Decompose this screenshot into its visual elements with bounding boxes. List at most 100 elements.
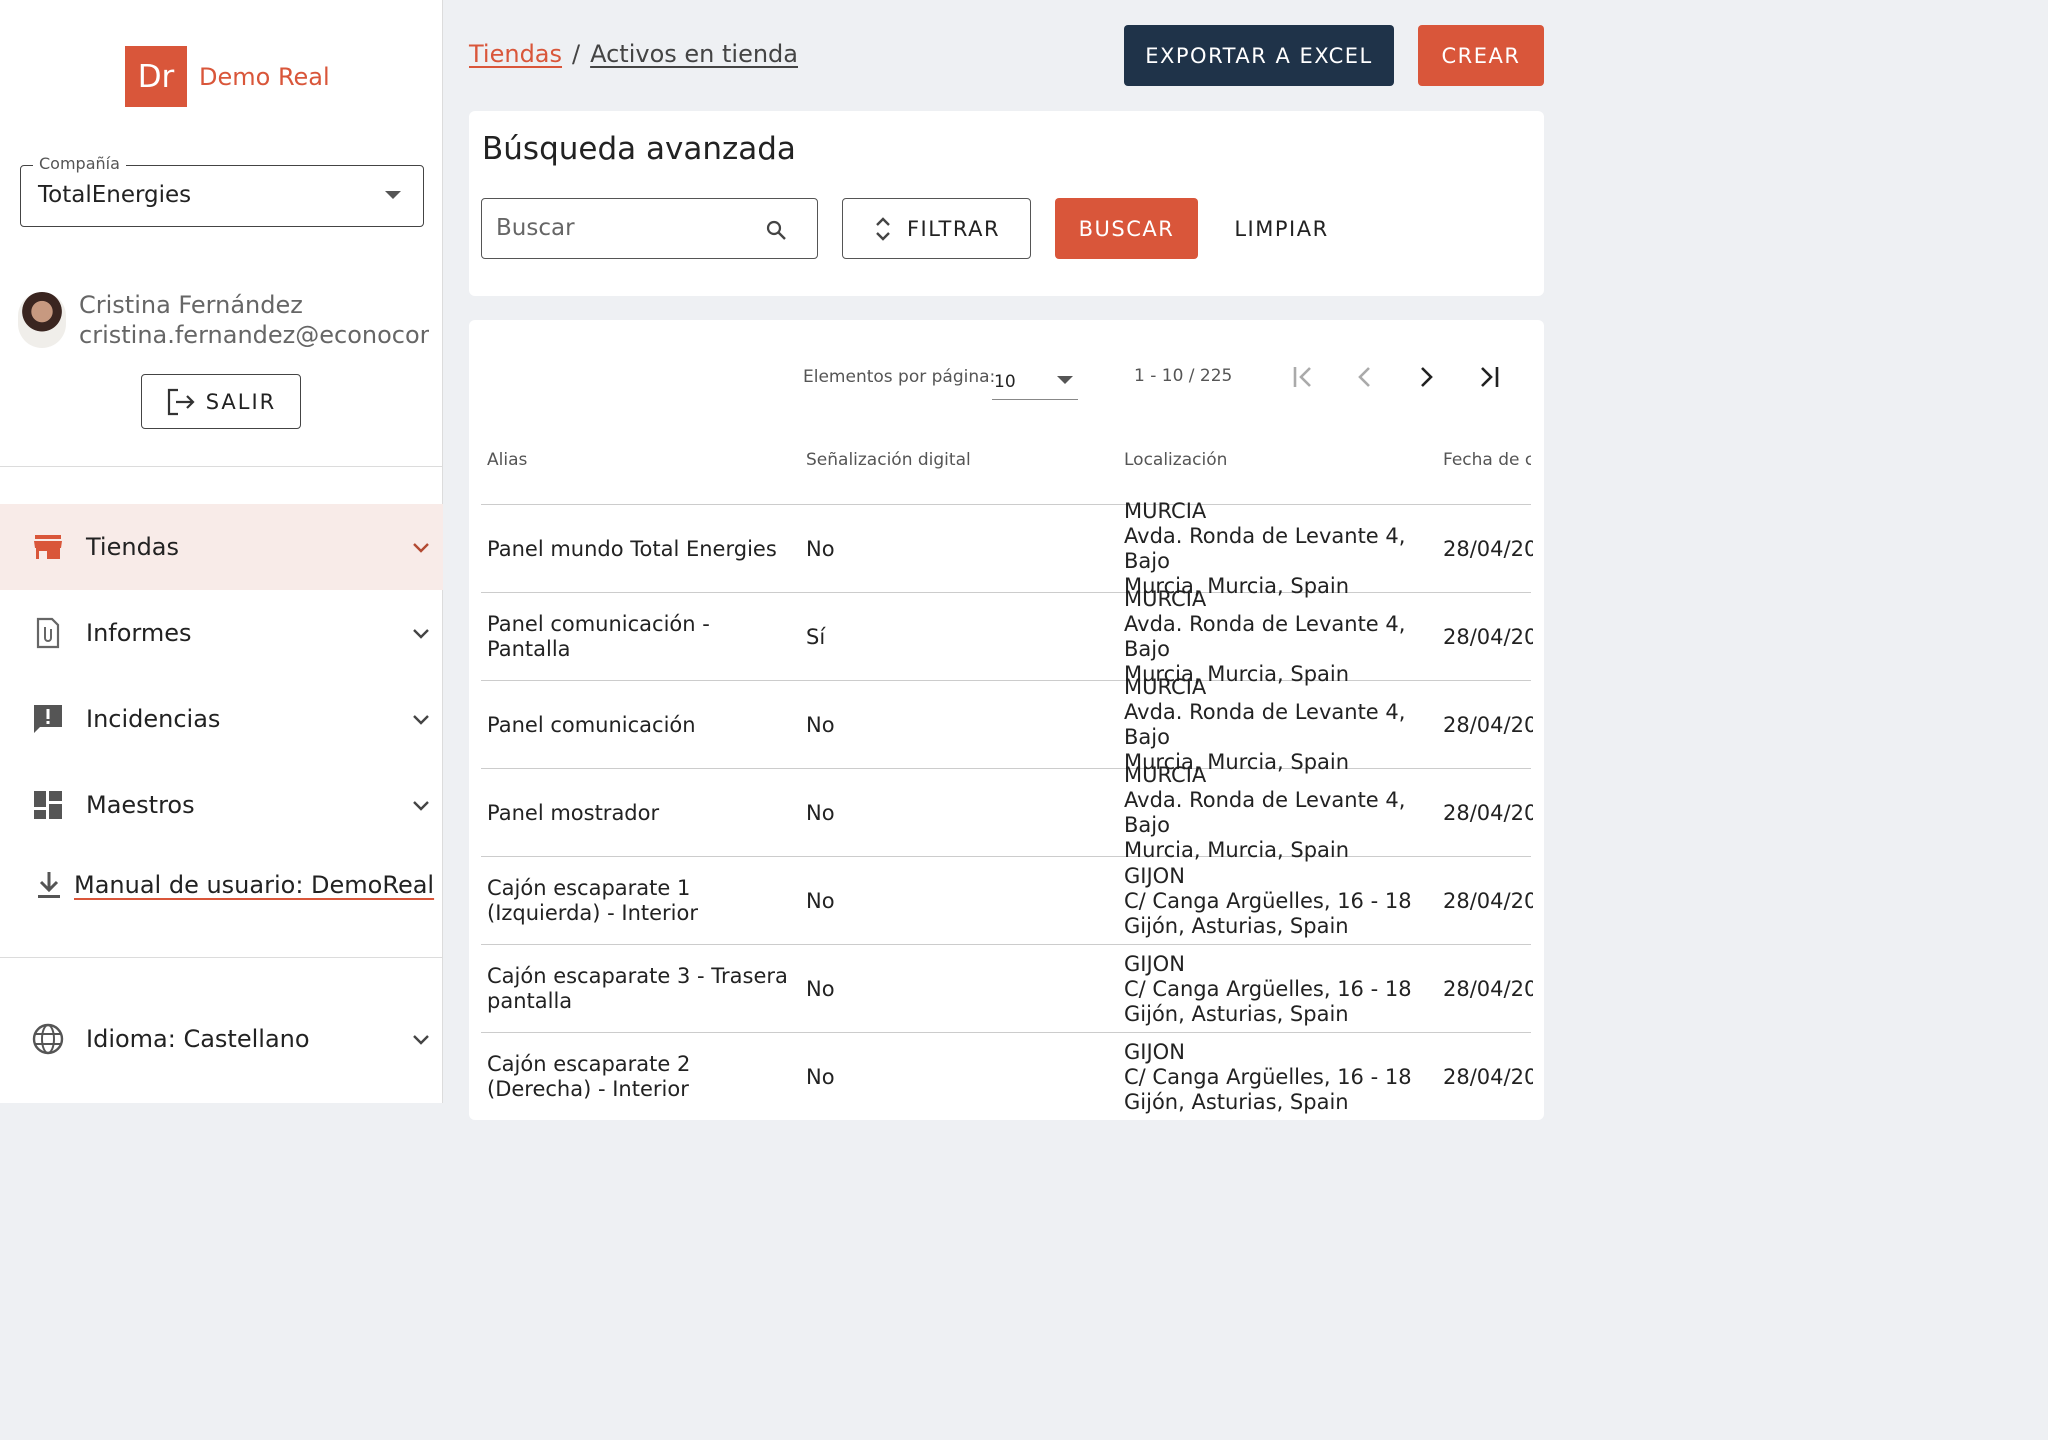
avatar <box>18 292 66 348</box>
chevron-down-icon <box>413 629 429 639</box>
search-input[interactable] <box>496 213 756 243</box>
cell-alias: Panel comunicación - Pantalla <box>487 593 797 681</box>
cell-digital-signage: No <box>806 681 1106 769</box>
create-button[interactable]: CREAR <box>1418 25 1544 86</box>
alias-text: Cajón escaparate 1 (Izquierda) - Interio… <box>487 876 698 925</box>
logout-icon <box>167 388 195 415</box>
alias-text: Panel mostrador <box>487 800 660 825</box>
cell-location: MURCIA Avda. Ronda de Levante 4, Bajo Murc… <box>1124 675 1434 774</box>
cell-digital-signage: No <box>806 1033 1106 1120</box>
location-city: GIJON <box>1124 951 1185 976</box>
table-row[interactable]: Cajón escaparate 3 - Trasera pantalla No G… <box>481 945 1533 1033</box>
export-excel-button[interactable]: EXPORTAR A EXCEL <box>1124 25 1394 86</box>
digital-signage-text: No <box>806 976 835 1001</box>
feedback-icon <box>32 703 64 735</box>
next-page-button[interactable] <box>1410 360 1442 394</box>
digital-signage-text: Sí <box>806 624 826 649</box>
location-city: MURCIA <box>1124 763 1207 787</box>
column-header-alias[interactable]: Alias <box>487 450 797 470</box>
location-address: Avda. Ronda de Levante 4, Bajo <box>1124 524 1406 573</box>
cell-alias: Cajón escaparate 3 - Trasera pantalla <box>487 945 797 1033</box>
user-manual-label: Manual de usuario: DemoReal <box>74 871 435 899</box>
search-field[interactable] <box>481 198 818 259</box>
cell-location: MURCIA Avda. Ronda de Levante 4, Bajo Murc… <box>1124 499 1434 598</box>
cell-alias: Panel mostrador <box>487 769 797 857</box>
cell-creation-date: 28/04/20 <box>1443 857 1533 945</box>
table-row[interactable]: Panel mostrador No MURCIA Avda. Ronda de Le… <box>481 763 1533 862</box>
company-value: TotalEnergies <box>38 182 192 208</box>
cell-alias: Cajón escaparate 2 (Derecha) - Interior <box>487 1033 797 1120</box>
company-label: Compañía <box>33 154 126 173</box>
breadcrumb-current[interactable]: Activos en tienda <box>590 40 798 68</box>
sidebar-item-label: Informes <box>86 619 192 647</box>
sidebar-item-informes[interactable]: Informes <box>0 590 443 676</box>
cell-location: MURCIA Avda. Ronda de Levante 4, Bajo Murc… <box>1124 763 1434 862</box>
creation-date-text: 28/04/20 <box>1443 800 1533 825</box>
table-row[interactable]: Panel mundo Total Energies No MURCIA Avda. … <box>481 499 1533 598</box>
chevron-down-icon <box>413 801 429 811</box>
chevron-down-icon <box>413 543 429 553</box>
alias-text: Panel mundo Total Energies <box>487 536 777 561</box>
table-row[interactable]: Panel comunicación No MURCIA Avda. Ronda de… <box>481 675 1533 774</box>
column-header-digital-signage[interactable]: Señalización digital <box>806 450 1106 470</box>
sidebar: Dr Demo Real Compañía TotalEnergies Cris… <box>0 0 443 1103</box>
column-header-creation-date[interactable]: Fecha de cr <box>1443 450 1531 470</box>
breadcrumb-link-tiendas[interactable]: Tiendas <box>469 40 562 68</box>
location-city: MURCIA <box>1124 499 1207 523</box>
location-city: MURCIA <box>1124 675 1207 699</box>
app-logo[interactable]: Dr Demo Real <box>125 46 330 107</box>
location-city: MURCIA <box>1124 587 1207 611</box>
sidebar-divider <box>0 957 443 958</box>
alias-text: Panel comunicación - Pantalla <box>487 612 710 661</box>
table-row[interactable]: Cajón escaparate 2 (Derecha) - Interior N… <box>481 1033 1533 1120</box>
user-email: cristina.fernandez@econocom.... <box>79 321 429 349</box>
column-header-location[interactable]: Localización <box>1124 450 1434 470</box>
globe-icon <box>32 1023 64 1055</box>
cell-location: GIJON C/ Canga Argüelles, 16 - 18 Gijón, A… <box>1124 945 1434 1033</box>
items-per-page-value: 10 <box>994 372 1016 392</box>
unfold-more-icon <box>876 216 890 241</box>
sidebar-item-maestros[interactable]: Maestros <box>0 762 443 848</box>
filter-button[interactable]: FILTRAR <box>842 198 1031 259</box>
search-button[interactable]: BUSCAR <box>1055 198 1198 259</box>
alias-text: Cajón escaparate 3 - Trasera pantalla <box>487 964 788 1013</box>
clear-button[interactable]: LIMPIAR <box>1224 198 1339 259</box>
user-manual-link[interactable]: Manual de usuario: DemoReal <box>36 870 434 900</box>
pagination-range: 1 - 10 / 225 <box>1134 366 1233 386</box>
sidebar-item-incidencias[interactable]: Incidencias <box>0 676 443 762</box>
items-per-page-select[interactable]: 10 <box>992 364 1078 400</box>
first-page-icon <box>1293 367 1311 387</box>
language-selector[interactable]: Idioma: Castellano <box>0 996 443 1082</box>
location-address: C/ Canga Argüelles, 16 - 18 <box>1124 976 1412 1001</box>
results-panel: Elementos por página: 10 1 - 10 / 225 Al… <box>469 320 1544 1120</box>
previous-page-button[interactable] <box>1349 360 1381 394</box>
alias-text: Cajón escaparate 2 (Derecha) - Interior <box>487 1052 691 1101</box>
sidebar-item-label: Incidencias <box>86 705 221 733</box>
sidebar-item-tiendas[interactable]: Tiendas <box>0 504 443 590</box>
digital-signage-text: No <box>806 536 835 561</box>
location-address: C/ Canga Argüelles, 16 - 18 <box>1124 888 1412 913</box>
location-city: GIJON <box>1124 863 1185 888</box>
first-page-button[interactable] <box>1288 360 1320 394</box>
cell-digital-signage: No <box>806 769 1106 857</box>
attachment-file-icon <box>32 617 64 649</box>
last-page-button[interactable] <box>1472 360 1504 394</box>
table-body: Panel mundo Total Energies No MURCIA Avda. … <box>481 499 1533 1120</box>
table-row[interactable]: Cajón escaparate 1 (Izquierda) - Interio… <box>481 857 1533 945</box>
language-label: Idioma: Castellano <box>86 1025 310 1053</box>
company-select[interactable]: Compañía TotalEnergies <box>20 154 424 227</box>
advanced-search-panel: Búsqueda avanzada FILTRAR BUSCAR LIMPIAR <box>469 111 1544 296</box>
logout-button[interactable]: SALIR <box>141 374 301 429</box>
cell-location: MURCIA Avda. Ronda de Levante 4, Bajo Murc… <box>1124 587 1434 686</box>
sidebar-item-label: Maestros <box>86 791 195 819</box>
assets-table: Alias Señalización digital Localización … <box>481 430 1533 1120</box>
creation-date-text: 28/04/20 <box>1443 712 1533 737</box>
breadcrumb-separator: / <box>572 40 581 68</box>
alias-text: Panel comunicación <box>487 712 696 737</box>
page-title: Búsqueda avanzada <box>482 131 796 167</box>
location-region: Gijón, Asturias, Spain <box>1124 1001 1349 1026</box>
search-icon <box>766 220 786 240</box>
table-row[interactable]: Panel comunicación - Pantalla Sí MURCIA Avd… <box>481 587 1533 686</box>
user-profile: Cristina Fernández cristina.fernandez@ec… <box>18 290 429 350</box>
location-region: Gijón, Asturias, Spain <box>1124 1089 1349 1114</box>
